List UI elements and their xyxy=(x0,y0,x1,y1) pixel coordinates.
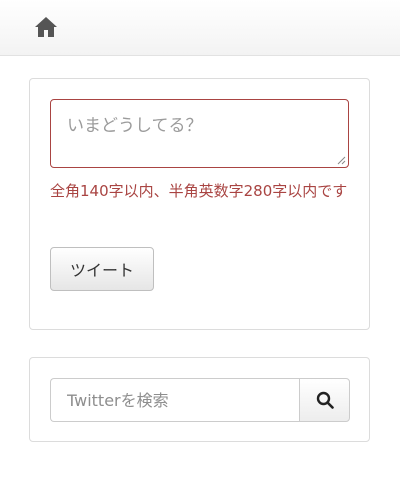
search-input[interactable] xyxy=(50,378,299,422)
home-button[interactable] xyxy=(32,13,60,41)
tweet-textarea-wrapper xyxy=(50,99,349,168)
top-navbar xyxy=(0,0,400,56)
search-panel xyxy=(29,357,370,442)
tweet-textarea[interactable] xyxy=(51,100,348,167)
compose-panel: 全角140字以内、半角英数字280字以内です ツイート xyxy=(29,78,370,330)
search-input-group xyxy=(50,378,350,422)
validation-error-text: 全角140字以内、半角英数字280字以内です xyxy=(50,182,348,200)
search-icon xyxy=(316,391,334,409)
home-icon xyxy=(35,17,57,37)
tweet-button[interactable]: ツイート xyxy=(50,247,154,291)
resize-handle-icon[interactable] xyxy=(336,155,346,165)
search-button[interactable] xyxy=(299,378,350,422)
